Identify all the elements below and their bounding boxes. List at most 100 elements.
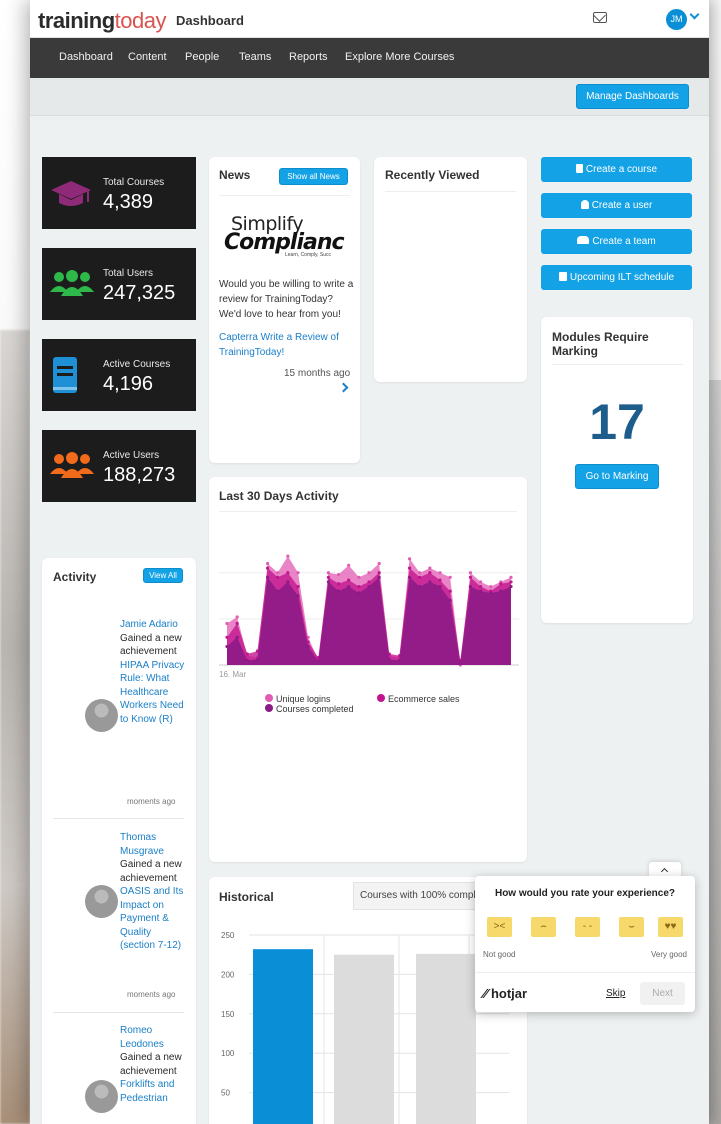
x-axis-label: 16. Mar [219,670,247,679]
activity-user-name[interactable]: Jamie Adario [120,619,178,630]
hotjar-logo: ∕∕ hotjar [483,986,527,1001]
activity-title: Activity [53,570,97,584]
upcoming-ilt-button[interactable]: Upcoming ILT schedule [541,265,692,290]
dashboard-toolbar: Manage Dashboards [30,78,709,116]
activity-user-name[interactable]: Romeo Leodones [120,1025,164,1050]
data-point [509,580,513,584]
nav-explore-courses[interactable]: Explore More Courses [345,51,454,63]
activity-course-link[interactable]: HIPAA Privacy Rule: What Healthcare Work… [120,660,184,725]
stat-label: Active Courses [103,359,171,370]
legend-unique-logins[interactable]: Unique logins [265,694,331,704]
legend-ecommerce-sales[interactable]: Ecommerce sales [377,694,460,704]
create-team-label: Create a team [592,236,656,247]
data-point [347,563,351,567]
stat-total-users: Total Users 247,325 [42,248,196,320]
create-user-button[interactable]: Create a user [541,193,692,218]
divider [53,818,184,819]
avatar [85,1080,118,1113]
stat-label: Total Users [103,268,154,279]
data-point [235,615,239,619]
bar [334,954,394,1124]
data-point [478,580,483,584]
go-to-marking-button[interactable]: Go to Marking [575,464,659,489]
y-tick-label: 250 [221,931,235,940]
activity-feed-card: Activity View All Jamie Adario Gained a … [42,558,196,1124]
love-face-icon[interactable]: ♥♥ [658,917,683,937]
data-point [265,566,270,570]
legend-label: Ecommerce sales [388,694,460,704]
manage-dashboards-button[interactable]: Manage Dashboards [576,84,689,109]
data-point [438,571,442,575]
smile-face-icon[interactable]: ⌣ [619,917,644,937]
avatar [85,885,118,918]
y-tick-label: 200 [221,970,235,979]
data-point [418,575,422,579]
data-point [478,589,483,593]
create-course-button[interactable]: Create a course [541,157,692,182]
data-point [357,575,361,579]
data-point [286,554,290,558]
series-area-2 [227,577,511,665]
angry-face-icon[interactable]: >< [487,917,512,937]
data-point [428,571,432,575]
data-point [357,584,361,589]
activity-text: Romeo Leodones Gained a new achievement … [120,1024,186,1105]
data-point [377,571,381,575]
activity-course-link[interactable]: Forklifts and Pedestrian [120,1079,174,1104]
sad-face-icon[interactable]: ⌢ [531,917,556,937]
activity-chart-title: Last 30 Days Activity [219,489,339,503]
recently-viewed-card: Recently Viewed [374,157,527,382]
activity-course-link[interactable]: OASIS and Its Impact on Payment & Qualit… [120,886,183,951]
calendar-icon [558,272,567,281]
legend-courses-completed[interactable]: Courses completed [265,704,354,714]
data-point [387,657,391,662]
data-point [367,571,371,575]
nav-dashboard[interactable]: Dashboard [59,51,113,63]
create-team-button[interactable]: Create a team [541,229,692,254]
show-all-news-button[interactable]: Show all News [279,168,348,185]
data-point [499,589,503,593]
chevron-right-icon[interactable] [338,382,349,393]
book-icon [575,164,583,173]
bar [253,949,313,1124]
app-screen: trainingtoday Dashboard JM Dashboard Con… [30,0,709,1124]
mail-icon[interactable] [593,12,607,23]
news-title: News [219,168,251,182]
data-point [235,635,239,639]
nav-teams[interactable]: Teams [239,51,271,63]
stat-label: Total Courses [103,177,165,188]
data-point [245,658,249,662]
app-logo[interactable]: trainingtoday [38,8,167,34]
data-point [418,584,422,589]
marking-count: 17 [589,394,645,450]
user-avatar[interactable]: JM [666,9,687,30]
activity-chart-card: Last 30 Days Activity 16. Mar Unique log… [209,477,527,862]
data-point [306,644,310,649]
data-point [286,571,290,575]
data-point [276,589,280,593]
neutral-face-icon[interactable]: - - [575,917,600,937]
bar [416,953,476,1124]
nav-content[interactable]: Content [128,51,167,63]
y-tick-label: 50 [221,1089,230,1098]
data-point [326,575,331,579]
data-point [407,566,412,570]
skip-button[interactable]: Skip [606,988,625,999]
news-link[interactable]: Capterra Write a Review of TrainingToday… [219,330,354,360]
view-all-button[interactable]: View All [143,568,183,583]
next-button[interactable]: Next [640,982,685,1005]
activity-time: moments ago [127,797,176,806]
data-point [286,580,290,584]
data-point [296,584,300,589]
data-point [265,575,270,579]
activity-user-name[interactable]: Thomas Musgrave [120,832,164,857]
historical-filter-select[interactable]: Courses with 100% compl [353,882,493,910]
nav-people[interactable]: People [185,51,219,63]
stat-active-courses: Active Courses 4,196 [42,339,196,411]
chevron-down-icon[interactable] [689,9,700,20]
divider [552,364,683,365]
nav-reports[interactable]: Reports [289,51,328,63]
legend-label: Courses completed [276,704,354,714]
legend-swatch [265,704,273,712]
user-icon [580,200,589,209]
